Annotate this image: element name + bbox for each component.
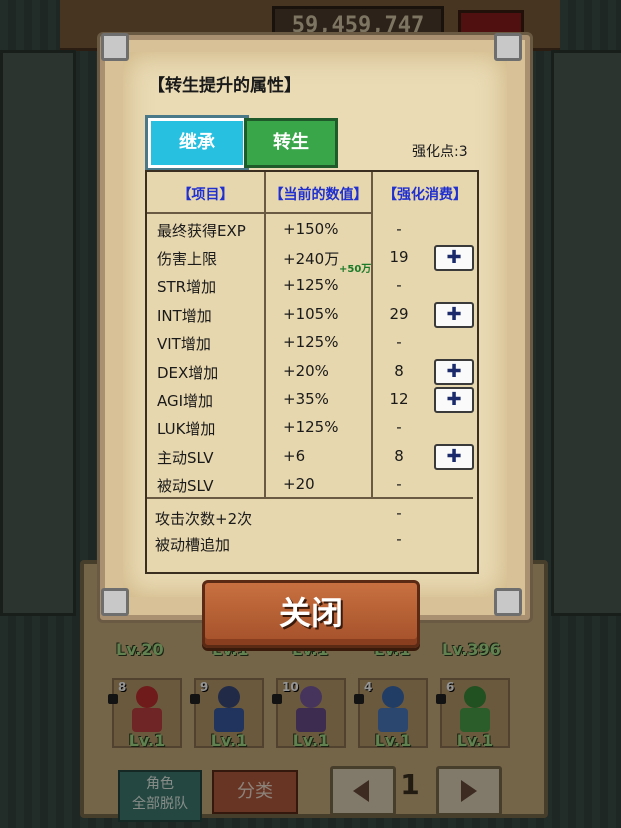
- corner-rivet-icon: [101, 33, 129, 61]
- stat-label: STR增加: [157, 278, 217, 296]
- stat-cost: 8: [394, 447, 404, 465]
- stat-label: 主动SLV: [157, 449, 214, 467]
- upgrade-plus-button[interactable]: ✚: [434, 359, 474, 385]
- upgrade-plus-button[interactable]: ✚: [434, 444, 474, 470]
- bonus-label: 攻击次数+2次: [155, 510, 253, 528]
- stat-label: AGI增加: [157, 392, 214, 410]
- stat-value: +240万: [283, 250, 340, 268]
- stat-value: +20: [283, 475, 315, 493]
- stat-cost: -: [396, 276, 402, 294]
- stat-label: 伤害上限: [157, 250, 218, 268]
- column-header-item: 【项目】: [177, 187, 234, 203]
- upgrade-plus-button[interactable]: ✚: [434, 245, 474, 271]
- tab-inherit[interactable]: 继承: [148, 118, 246, 168]
- bonus-cost: -: [396, 530, 402, 548]
- bonus-label: 被动槽追加: [155, 536, 231, 554]
- stat-cost: 29: [389, 305, 409, 323]
- table-divider: [147, 497, 473, 499]
- stat-cost: -: [396, 475, 402, 493]
- stat-value: +6: [283, 447, 306, 465]
- stat-label: 最终获得EXP: [157, 222, 246, 240]
- stat-value: +35%: [283, 390, 329, 408]
- column-header-cost: 【强化消费】: [383, 187, 467, 203]
- stat-value: +125%: [283, 418, 339, 436]
- corner-rivet-icon: [494, 33, 522, 61]
- stat-cost: -: [396, 333, 402, 351]
- stat-cost: 19: [389, 248, 409, 266]
- corner-rivet-icon: [494, 588, 522, 616]
- stat-label: LUK增加: [157, 420, 216, 438]
- column-header-current: 【当前的数值】: [269, 187, 368, 203]
- stat-cost: -: [396, 220, 402, 238]
- table-divider: [264, 172, 266, 497]
- stat-label: 被动SLV: [157, 477, 214, 495]
- corner-rivet-icon: [101, 588, 129, 616]
- stat-label: VIT增加: [157, 335, 211, 353]
- stat-cost: -: [396, 418, 402, 436]
- stat-value: +125%: [283, 333, 339, 351]
- stat-label: INT增加: [157, 307, 212, 325]
- stat-cost: 12: [389, 390, 409, 408]
- close-button[interactable]: 关闭: [202, 580, 420, 648]
- bonus-cost: -: [396, 504, 402, 522]
- stat-bonus: +50万: [339, 264, 372, 275]
- upgrade-plus-button[interactable]: ✚: [434, 387, 474, 413]
- stat-value: +125%: [283, 276, 339, 294]
- tab-rebirth[interactable]: 转生: [244, 118, 338, 168]
- stat-cost: 8: [394, 362, 404, 380]
- dialog-title: 【转生提升的属性】: [148, 76, 301, 96]
- stat-label: DEX增加: [157, 364, 219, 382]
- upgrade-points-label: 强化点:3: [412, 144, 468, 160]
- upgrade-plus-button[interactable]: ✚: [434, 302, 474, 328]
- stat-value: +105%: [283, 305, 339, 323]
- stat-value: +20%: [283, 362, 329, 380]
- table-divider: [147, 212, 371, 214]
- stat-value: +150%: [283, 220, 339, 238]
- rebirth-stat-table: 【项目】 【当前的数值】 【强化消费】 最终获得EXP +150% - 伤害上限…: [145, 170, 479, 574]
